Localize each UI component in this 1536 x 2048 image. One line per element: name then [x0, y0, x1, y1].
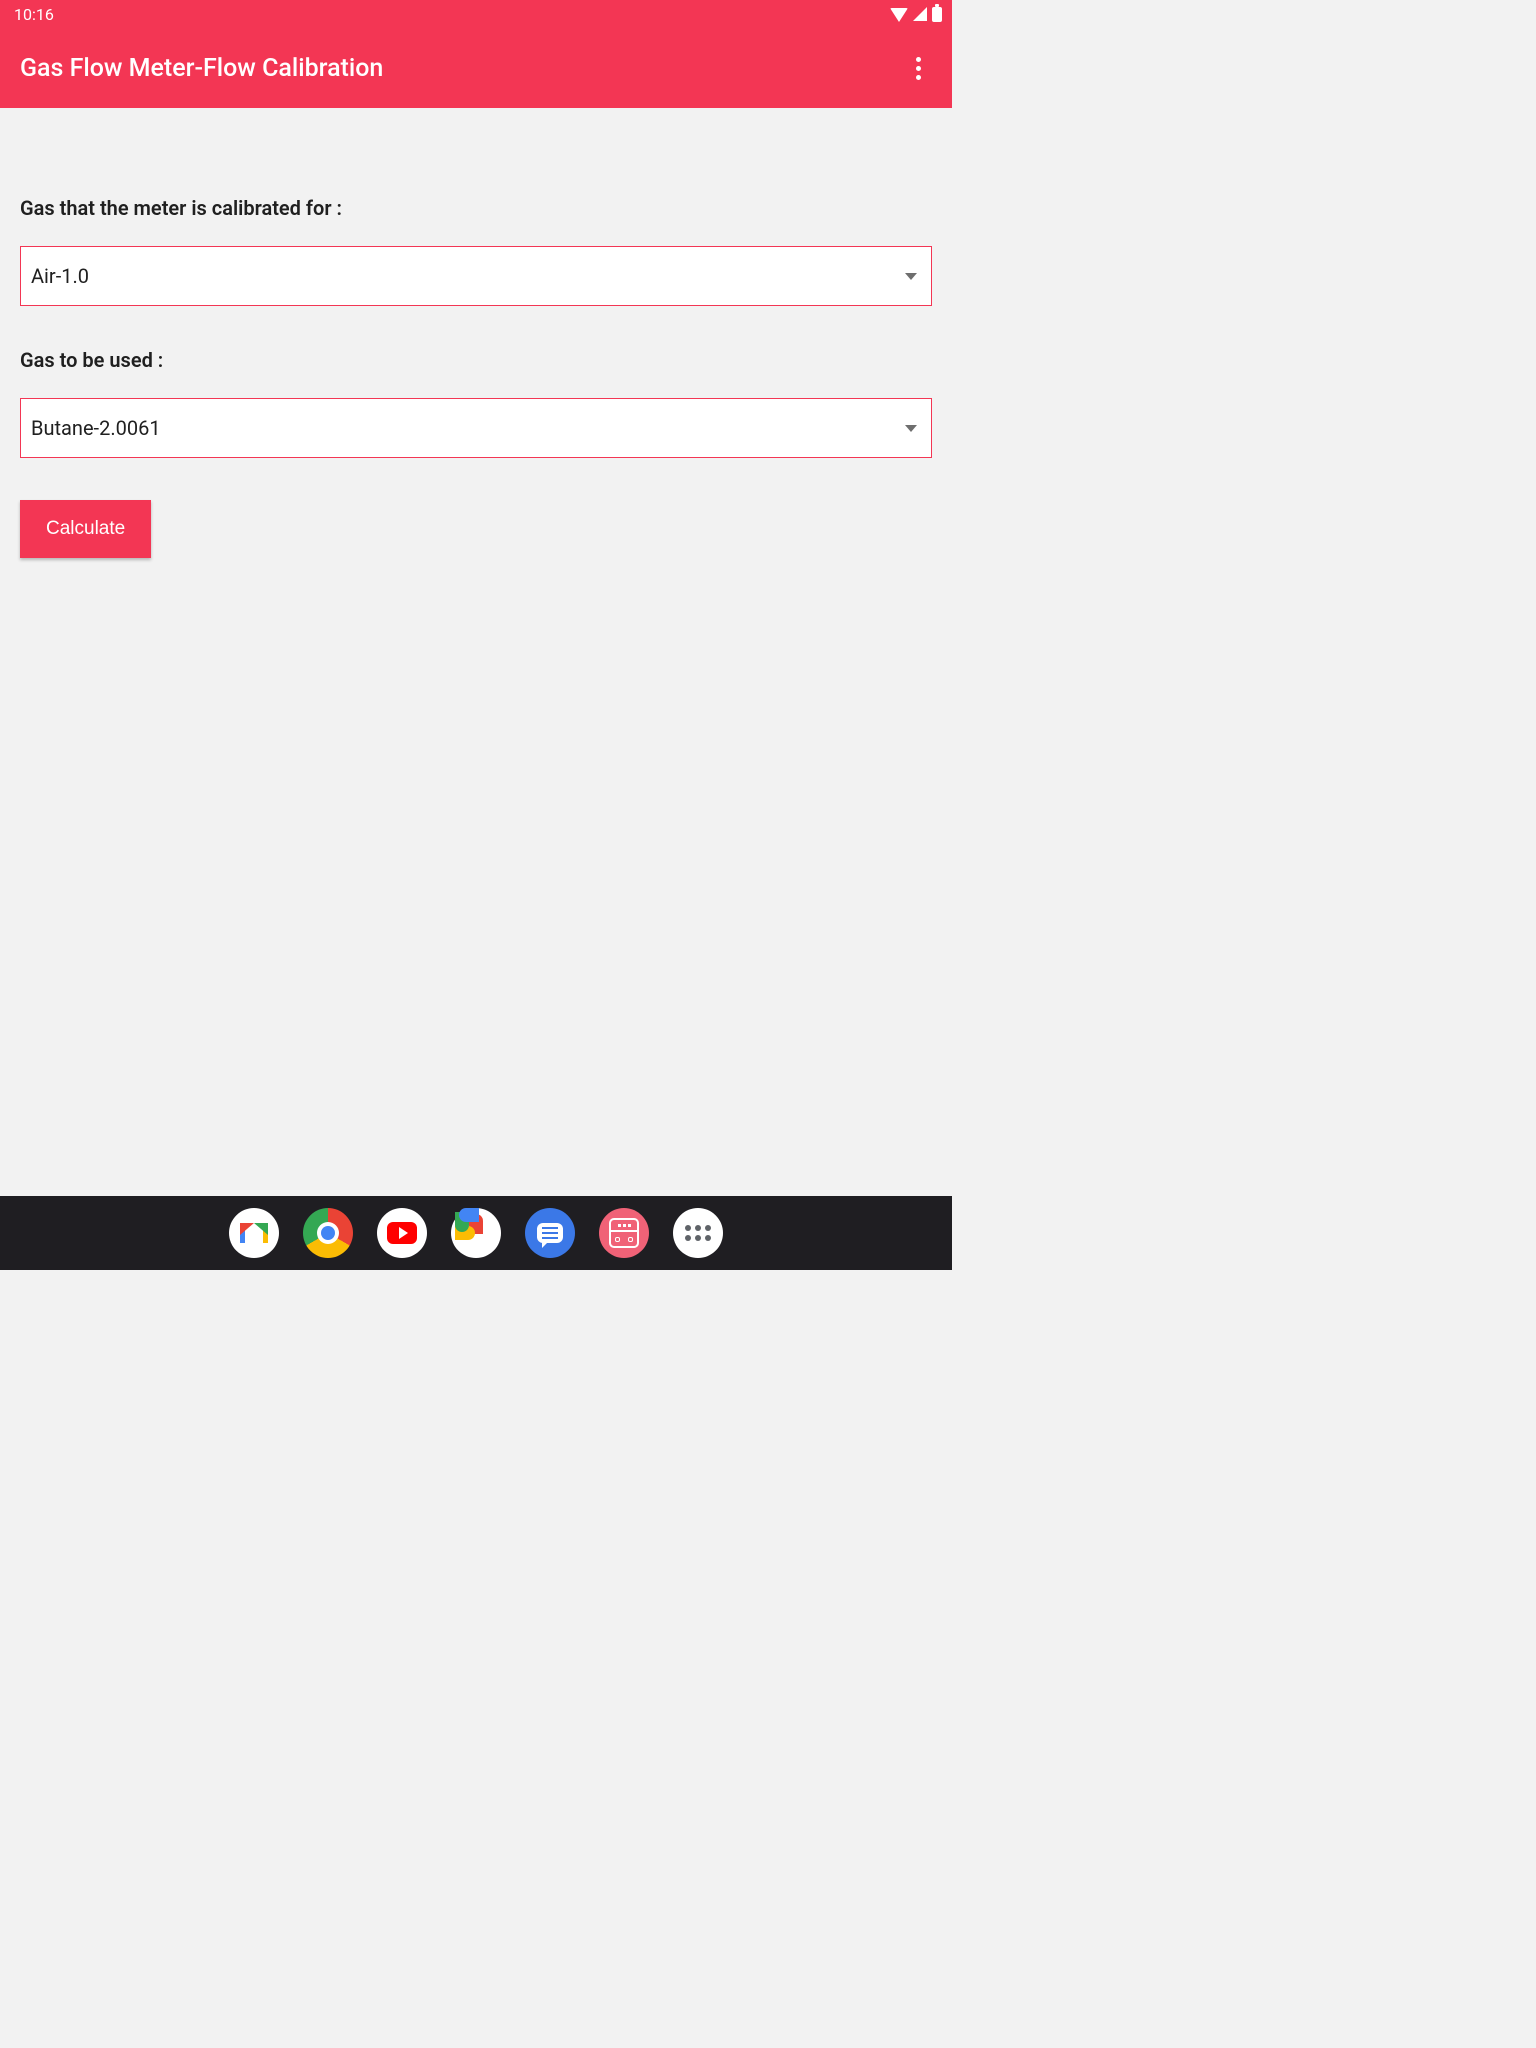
dock-app-current[interactable] [599, 1208, 649, 1258]
dock-app-messages[interactable] [525, 1208, 575, 1258]
youtube-icon [387, 1222, 417, 1244]
apps-grid-icon [685, 1225, 711, 1241]
dock-app-youtube[interactable] [377, 1208, 427, 1258]
wifi-icon [890, 8, 908, 22]
navigation-dock [0, 1196, 952, 1270]
calibrated-gas-label: Gas that the meter is calibrated for : [20, 196, 932, 220]
used-gas-label: Gas to be used : [20, 348, 932, 372]
dock-all-apps[interactable] [673, 1208, 723, 1258]
chevron-down-icon [905, 425, 917, 432]
gmail-icon [240, 1223, 268, 1243]
status-bar: 10:16 [0, 0, 952, 28]
app-bar: Gas Flow Meter-Flow Calibration [0, 28, 952, 108]
used-gas-select[interactable]: Butane-2.0061 [20, 398, 932, 458]
battery-icon [932, 7, 942, 22]
more-options-button[interactable] [904, 48, 932, 88]
status-time: 10:16 [14, 5, 54, 24]
cell-signal-icon [913, 7, 927, 21]
used-gas-value: Butane-2.0061 [31, 416, 161, 440]
calibrated-gas-value: Air-1.0 [31, 264, 89, 288]
screen: 10:16 Gas Flow Meter-Flow Calibration Ga… [0, 0, 952, 1270]
messages-icon [537, 1223, 563, 1243]
dock-app-gmail[interactable] [229, 1208, 279, 1258]
dock-app-photos[interactable] [451, 1208, 501, 1258]
calibrated-gas-select[interactable]: Air-1.0 [20, 246, 932, 306]
more-vert-icon [916, 57, 921, 62]
calculator-icon [609, 1218, 639, 1248]
chevron-down-icon [905, 273, 917, 280]
dock-app-chrome[interactable] [303, 1208, 353, 1258]
content-area: Gas that the meter is calibrated for : A… [0, 108, 952, 1270]
app-title: Gas Flow Meter-Flow Calibration [20, 54, 383, 83]
status-icons [890, 7, 942, 22]
calculate-button[interactable]: Calculate [20, 500, 151, 558]
